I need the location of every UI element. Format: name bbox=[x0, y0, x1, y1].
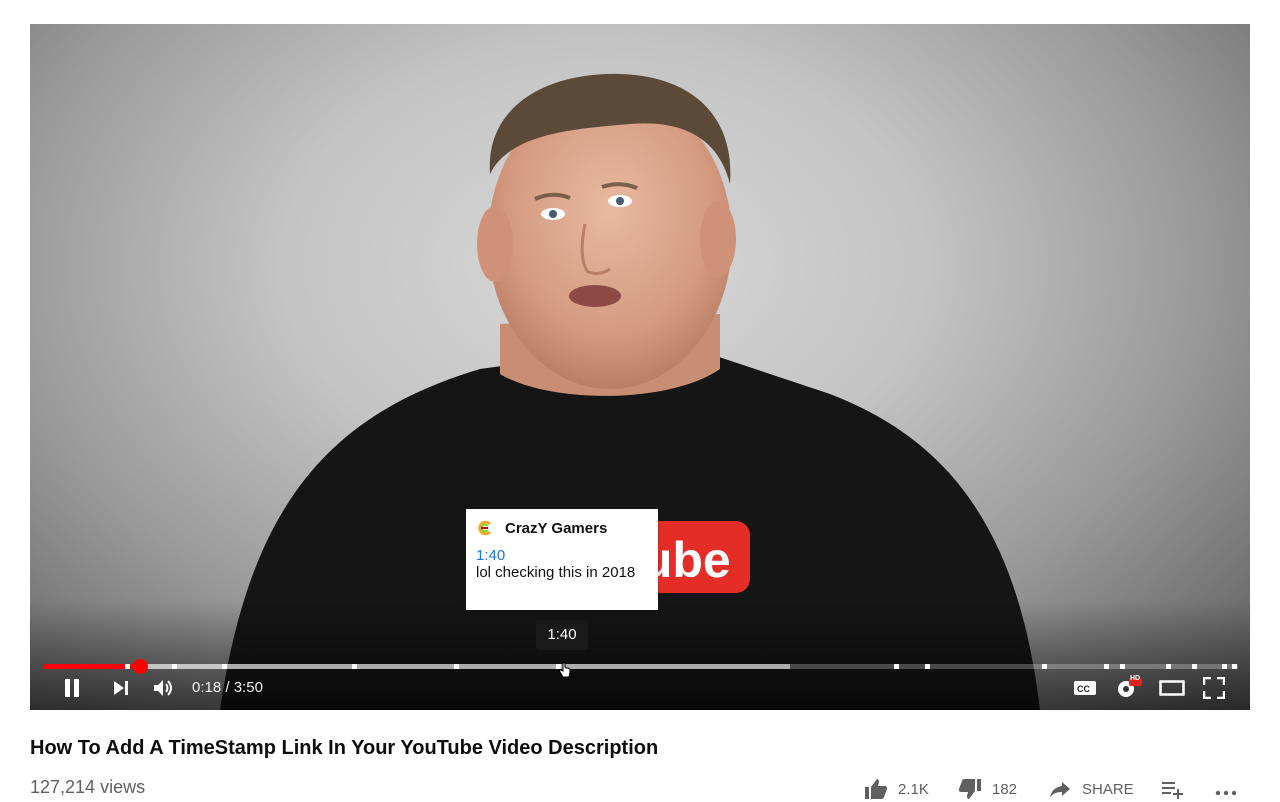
thumbs-down-icon bbox=[958, 779, 981, 799]
share-label: SHARE bbox=[1082, 780, 1134, 798]
progress-scrubber[interactable] bbox=[132, 659, 148, 674]
volume-icon bbox=[154, 680, 172, 696]
save-to-playlist-button[interactable] bbox=[1160, 776, 1194, 802]
progress-marker bbox=[125, 664, 130, 669]
next-icon bbox=[114, 681, 128, 695]
hand-cursor-icon bbox=[559, 662, 571, 678]
subtitles-button[interactable]: CC bbox=[1072, 676, 1098, 700]
hover-time-tooltip: 1:40 bbox=[536, 620, 588, 650]
channel-avatar-icon bbox=[478, 520, 491, 536]
comment-text: lol checking this in 2018 bbox=[476, 564, 636, 581]
pause-icon bbox=[65, 679, 79, 697]
progress-marker bbox=[1232, 664, 1237, 669]
add-to-playlist-icon bbox=[1162, 782, 1183, 799]
theater-mode-button[interactable] bbox=[1158, 676, 1186, 700]
share-icon bbox=[1050, 782, 1070, 798]
more-actions-button[interactable] bbox=[1214, 776, 1248, 802]
progress-marker bbox=[925, 664, 930, 669]
like-button[interactable]: 2.1K bbox=[864, 776, 929, 802]
pause-button[interactable] bbox=[58, 676, 86, 700]
progress-marker bbox=[1120, 664, 1125, 669]
video-player[interactable]: Tube CrazY Gamers 1:40 lol checking this… bbox=[30, 24, 1250, 710]
progress-marker bbox=[1222, 664, 1227, 669]
next-button[interactable] bbox=[108, 676, 134, 700]
fullscreen-button[interactable] bbox=[1200, 676, 1228, 700]
progress-marker bbox=[454, 664, 459, 669]
progress-marker bbox=[352, 664, 357, 669]
progress-marker bbox=[1042, 664, 1047, 669]
comment-author[interactable]: CrazY Gamers bbox=[505, 520, 607, 537]
theater-icon bbox=[1159, 680, 1185, 696]
progress-marker bbox=[172, 664, 177, 669]
view-count: 127,214 views bbox=[30, 777, 146, 797]
mute-button[interactable] bbox=[148, 676, 178, 700]
progress-marker bbox=[1192, 664, 1197, 669]
more-horizontal-icon bbox=[1215, 790, 1237, 796]
progress-marker bbox=[1104, 664, 1109, 669]
progress-marker bbox=[1166, 664, 1171, 669]
comment-card[interactable]: CrazY Gamers 1:40 lol checking this in 2… bbox=[466, 509, 658, 610]
progress-buffered bbox=[44, 664, 791, 669]
current-time: 0:18 bbox=[192, 679, 222, 696]
share-button[interactable]: SHARE bbox=[1048, 776, 1134, 802]
dislike-count: 182 bbox=[992, 780, 1018, 798]
svg-text:CC: CC bbox=[1077, 684, 1090, 694]
video-title: How To Add A TimeStamp Link In Your YouT… bbox=[30, 737, 659, 759]
progress-marker bbox=[222, 664, 227, 669]
time-display: 0:18 / 3:50 bbox=[192, 679, 263, 696]
thumbs-up-icon bbox=[865, 779, 888, 799]
progress-bar[interactable] bbox=[44, 659, 1238, 674]
fullscreen-icon bbox=[1203, 677, 1225, 699]
progress-marker bbox=[894, 664, 899, 669]
time-separator: / bbox=[221, 679, 234, 696]
cc-icon: CC bbox=[1074, 681, 1096, 695]
comment-timestamp-link[interactable]: 1:40 bbox=[476, 547, 648, 564]
duration: 3:50 bbox=[233, 679, 263, 696]
dislike-button[interactable]: 182 bbox=[958, 776, 1017, 802]
like-count: 2.1K bbox=[898, 780, 929, 798]
settings-button[interactable]: HD bbox=[1114, 675, 1144, 700]
hd-badge: HD bbox=[1130, 675, 1141, 682]
